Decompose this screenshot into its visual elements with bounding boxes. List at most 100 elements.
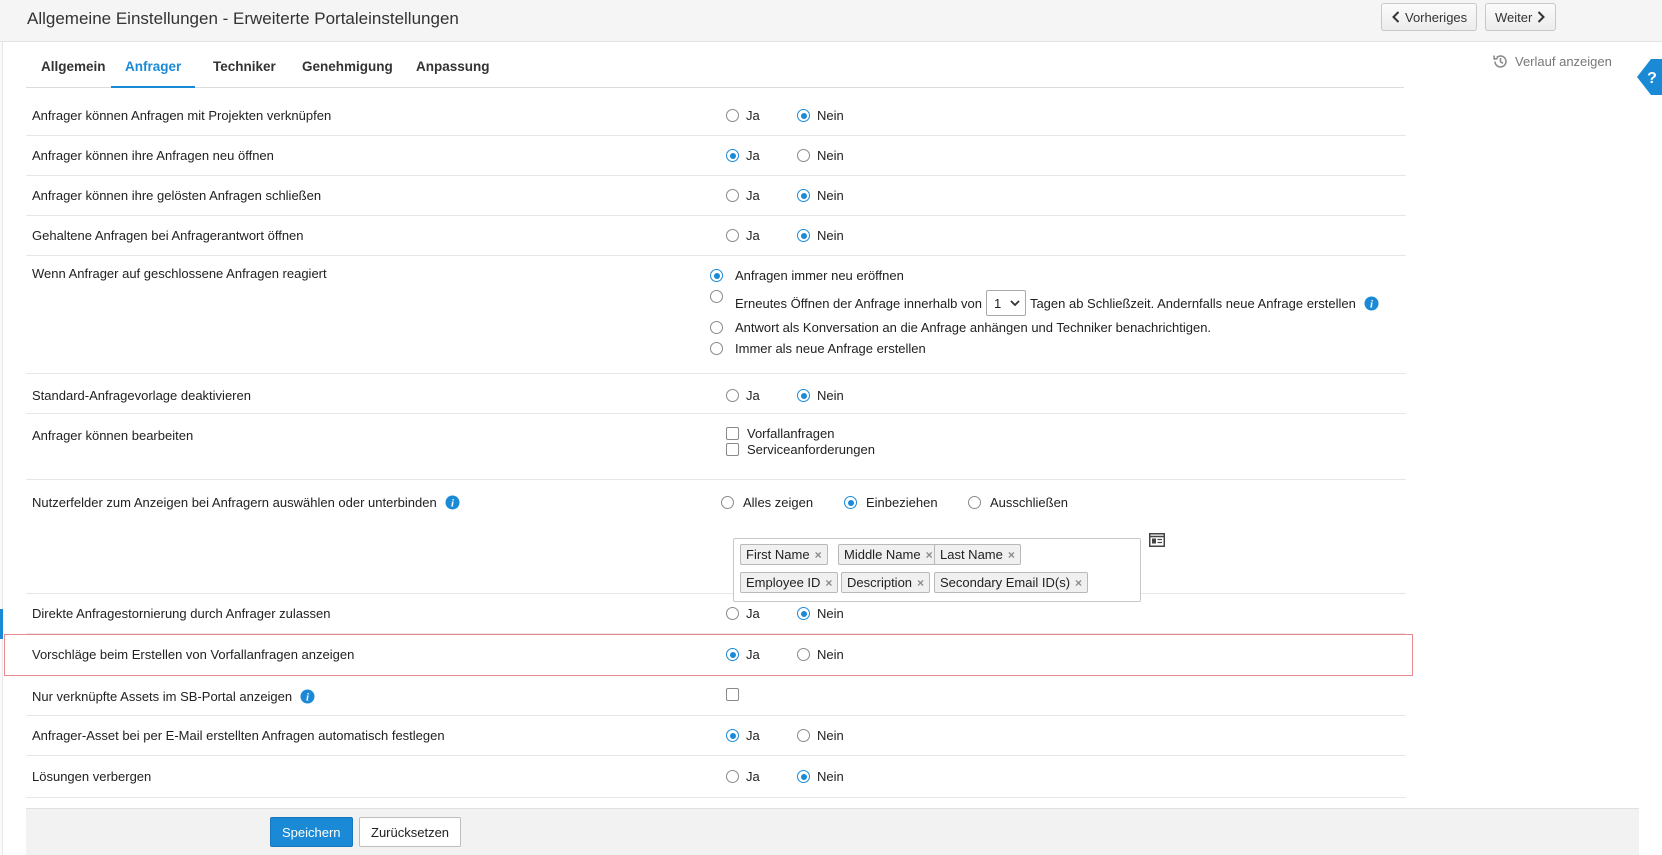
radio-yes[interactable]: Ja (726, 148, 760, 163)
radio-circle (797, 729, 810, 742)
radio-no[interactable]: Nein (797, 228, 844, 243)
info-icon[interactable]: i (445, 495, 460, 510)
radio-circle (968, 496, 981, 509)
checkbox-incident-requests[interactable]: Vorfallanfragen (726, 426, 834, 441)
radio-circle (797, 770, 810, 783)
radio-yes[interactable]: Ja (726, 228, 760, 243)
tab-genehmigung[interactable]: Genehmigung (302, 42, 393, 88)
checkbox-linked-assets[interactable] (726, 688, 739, 701)
tab-bar: Allgemein Anfrager Techniker Genehmigung… (26, 42, 1404, 88)
radio-label: Ja (746, 148, 760, 163)
radio-no[interactable]: Nein (797, 728, 844, 743)
setting-label: Nutzerfelder zum Anzeigen bei Anfragern … (32, 495, 437, 510)
help-icon[interactable]: ? (1637, 59, 1662, 95)
page-title: Allgemeine Einstellungen - Erweiterte Po… (27, 9, 459, 28)
next-button-label: Weiter (1495, 9, 1533, 25)
reopen-within-text: Erneutes Öffnen der Anfrage innerhalb vo… (735, 290, 1379, 316)
setting-row-can-edit: Anfrager können bearbeiten Vorfallanfrag… (26, 414, 1406, 480)
radio-circle (710, 342, 723, 355)
radio-yes[interactable]: Ja (726, 728, 760, 743)
setting-label: Standard-Anfragevorlage deaktivieren (32, 388, 251, 403)
previous-button[interactable]: Vorheriges (1381, 3, 1478, 31)
radio-yes[interactable]: Ja (726, 188, 760, 203)
radio-no[interactable]: Nein (797, 188, 844, 203)
radio-label: Ja (746, 228, 760, 243)
tab-anpassung[interactable]: Anpassung (416, 42, 490, 88)
tag-secondary-email: Secondary Email ID(s) × (934, 572, 1089, 593)
radio-yes[interactable]: Ja (726, 769, 760, 784)
tab-anfrager[interactable]: Anfrager (111, 42, 196, 88)
radio-circle (797, 149, 810, 162)
remove-tag-icon[interactable]: × (825, 576, 832, 590)
save-button[interactable]: Speichern (270, 817, 353, 847)
left-scroll-marker (0, 609, 3, 639)
radio-circle (797, 189, 810, 202)
tag-description: Description × (841, 572, 931, 593)
tag-label: Employee ID (746, 575, 821, 590)
radio-append-conversation[interactable]: Antwort als Konversation an die Anfrage … (710, 320, 1211, 335)
radio-label: Antwort als Konversation an die Anfrage … (735, 320, 1212, 335)
radio-no[interactable]: Nein (797, 148, 844, 163)
tab-techniker[interactable]: Techniker (213, 42, 276, 88)
highlight-box (4, 634, 1413, 676)
radio-label: Nein (817, 188, 844, 203)
radio-exclude[interactable]: Ausschließen (968, 495, 1068, 510)
radio-no[interactable]: Nein (797, 388, 844, 403)
radio-circle (797, 607, 810, 620)
next-button[interactable]: Weiter (1485, 3, 1557, 31)
remove-tag-icon[interactable]: × (815, 548, 822, 562)
tag-label: Last Name (940, 547, 1003, 562)
radio-circle (726, 607, 739, 620)
field-list-icon[interactable] (1149, 533, 1165, 547)
remove-tag-icon[interactable]: × (1075, 576, 1082, 590)
setting-label: Anfrager-Asset bei per E-Mail erstellten… (32, 728, 445, 743)
setting-row-hide-solutions: Lösungen verbergen Ja Nein (26, 756, 1406, 798)
radio-circle (710, 321, 723, 334)
reopen-days-select[interactable]: 1 (985, 290, 1026, 316)
radio-circle (726, 149, 739, 162)
checkbox-service-requests[interactable]: Serviceanforderungen (726, 442, 875, 457)
radio-label: Einbeziehen (866, 495, 938, 510)
radio-circle (710, 269, 723, 282)
tab-allgemein[interactable]: Allgemein (41, 42, 106, 88)
user-fields-tag-input[interactable]: First Name × Middle Name × Last Name × Empl… (733, 538, 1141, 602)
radio-label: Nein (817, 606, 844, 621)
tag-first-name: First Name × (740, 544, 828, 565)
remove-tag-icon[interactable]: × (926, 548, 933, 562)
previous-button-label: Vorheriges (1405, 9, 1468, 25)
radio-circle (797, 229, 810, 242)
radio-yes[interactable]: Ja (726, 108, 760, 123)
radio-reopen-within[interactable]: Erneutes Öffnen der Anfrage innerhalb vo… (710, 288, 1379, 316)
setting-row-open-held: Gehaltene Anfragen bei Anfragerantwort ö… (26, 216, 1406, 256)
radio-label: Immer als neue Anfrage erstellen (735, 341, 926, 356)
radio-yes[interactable]: Ja (726, 606, 760, 621)
history-link[interactable]: Verlauf anzeigen (1492, 53, 1612, 70)
tag-middle-name: Middle Name × (838, 544, 939, 565)
remove-tag-icon[interactable]: × (917, 576, 924, 590)
radio-always-new[interactable]: Immer als neue Anfrage erstellen (710, 341, 926, 356)
setting-label: Nur verknüpfte Assets im SB-Portal anzei… (32, 689, 293, 704)
radio-label: Alles zeigen (743, 495, 814, 510)
remove-tag-icon[interactable]: × (1008, 548, 1015, 562)
radio-always-reopen[interactable]: Anfragen immer neu eröffnen (710, 268, 904, 283)
radio-no[interactable]: Nein (797, 606, 844, 621)
setting-row-closed-reaction: Wenn Anfrager auf geschlossene Anfragen … (26, 256, 1406, 374)
checkbox-label: Serviceanforderungen (747, 442, 875, 457)
tag-label: Description (847, 575, 913, 590)
radio-label: Nein (817, 388, 844, 403)
radio-no[interactable]: Nein (797, 769, 844, 784)
radio-include[interactable]: Einbeziehen (844, 495, 938, 510)
radio-circle (710, 290, 723, 303)
setting-row-reopen-requests: Anfrager können ihre Anfragen neu öffnen… (26, 136, 1406, 176)
radio-show-all[interactable]: Alles zeigen (721, 495, 813, 510)
setting-row-linked-assets: Nur verknüpfte Assets im SB-Portal anzei… (26, 676, 1406, 716)
radio-no[interactable]: Nein (797, 108, 844, 123)
radio-yes[interactable]: Ja (726, 388, 760, 403)
chevron-down-icon (1010, 299, 1020, 306)
info-icon[interactable]: i (300, 689, 315, 704)
reset-button[interactable]: Zurücksetzen (359, 817, 462, 847)
setting-row-user-fields: Nutzerfelder zum Anzeigen bei Anfragern … (26, 480, 1406, 594)
checkbox-box (726, 688, 739, 701)
info-icon[interactable]: i (1364, 296, 1379, 311)
radio-label: Ja (746, 188, 760, 203)
